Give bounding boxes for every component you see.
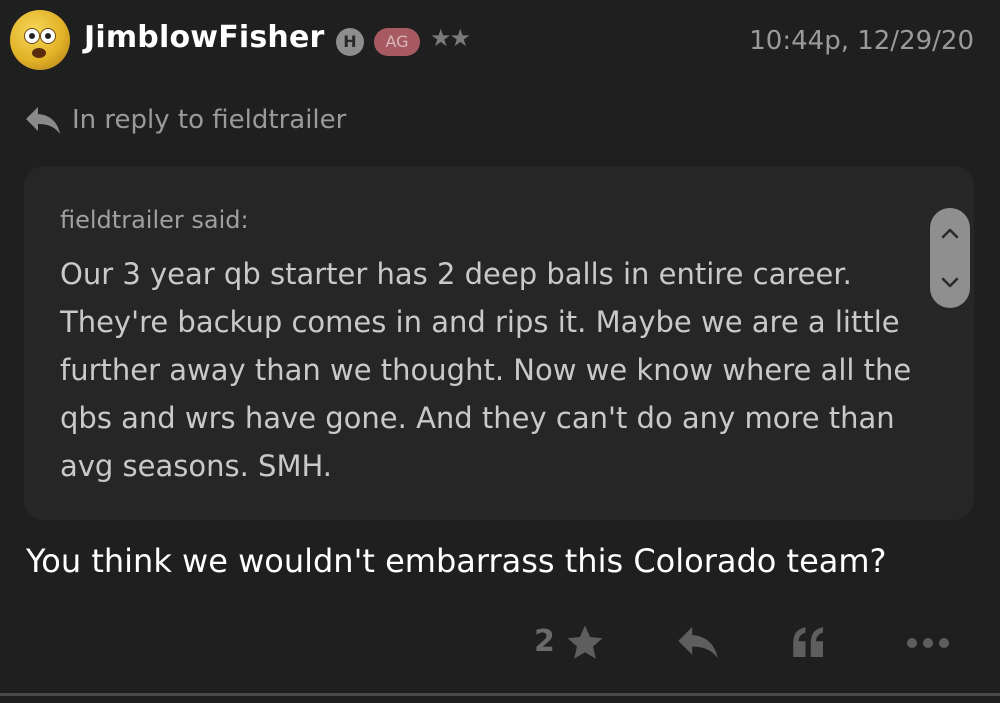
post-actions: 2 bbox=[0, 618, 1000, 668]
reply-icon[interactable] bbox=[676, 622, 720, 662]
user-avatar[interactable] bbox=[10, 10, 70, 70]
avatar-eye bbox=[40, 28, 56, 44]
post-divider bbox=[0, 693, 1000, 696]
avatar-mouth bbox=[32, 48, 46, 58]
quote-block: fieldtrailer said: Our 3 year qb starter… bbox=[24, 166, 974, 520]
ag-badge: AG bbox=[374, 28, 420, 56]
forum-post: JimblowFisher H AG ★★ 10:44p, 12/29/20 I… bbox=[0, 0, 1000, 703]
chevron-down-icon[interactable] bbox=[940, 276, 960, 290]
reply-to-link[interactable]: In reply to fieldtrailer bbox=[24, 100, 346, 140]
quote-scroll-control[interactable] bbox=[930, 208, 970, 308]
reply-arrow-icon bbox=[26, 107, 60, 134]
post-body: You think we wouldn't embarrass this Col… bbox=[26, 542, 887, 580]
like-count: 2 bbox=[534, 624, 555, 659]
h-badge: H bbox=[336, 28, 364, 56]
more-dots-icon[interactable] bbox=[904, 622, 952, 664]
rank-stars: ★★ bbox=[430, 24, 471, 52]
star-icon[interactable] bbox=[564, 622, 606, 664]
quote-author[interactable]: fieldtrailer said: bbox=[60, 206, 249, 234]
avatar-eye bbox=[24, 28, 40, 44]
username-link[interactable]: JimblowFisher bbox=[84, 20, 325, 55]
quote-icon[interactable] bbox=[788, 622, 830, 664]
post-timestamp[interactable]: 10:44p, 12/29/20 bbox=[749, 26, 974, 56]
reply-to-label: In reply to fieldtrailer bbox=[72, 105, 347, 135]
chevron-up-icon[interactable] bbox=[940, 226, 960, 240]
quote-text: Our 3 year qb starter has 2 deep balls i… bbox=[60, 257, 912, 483]
